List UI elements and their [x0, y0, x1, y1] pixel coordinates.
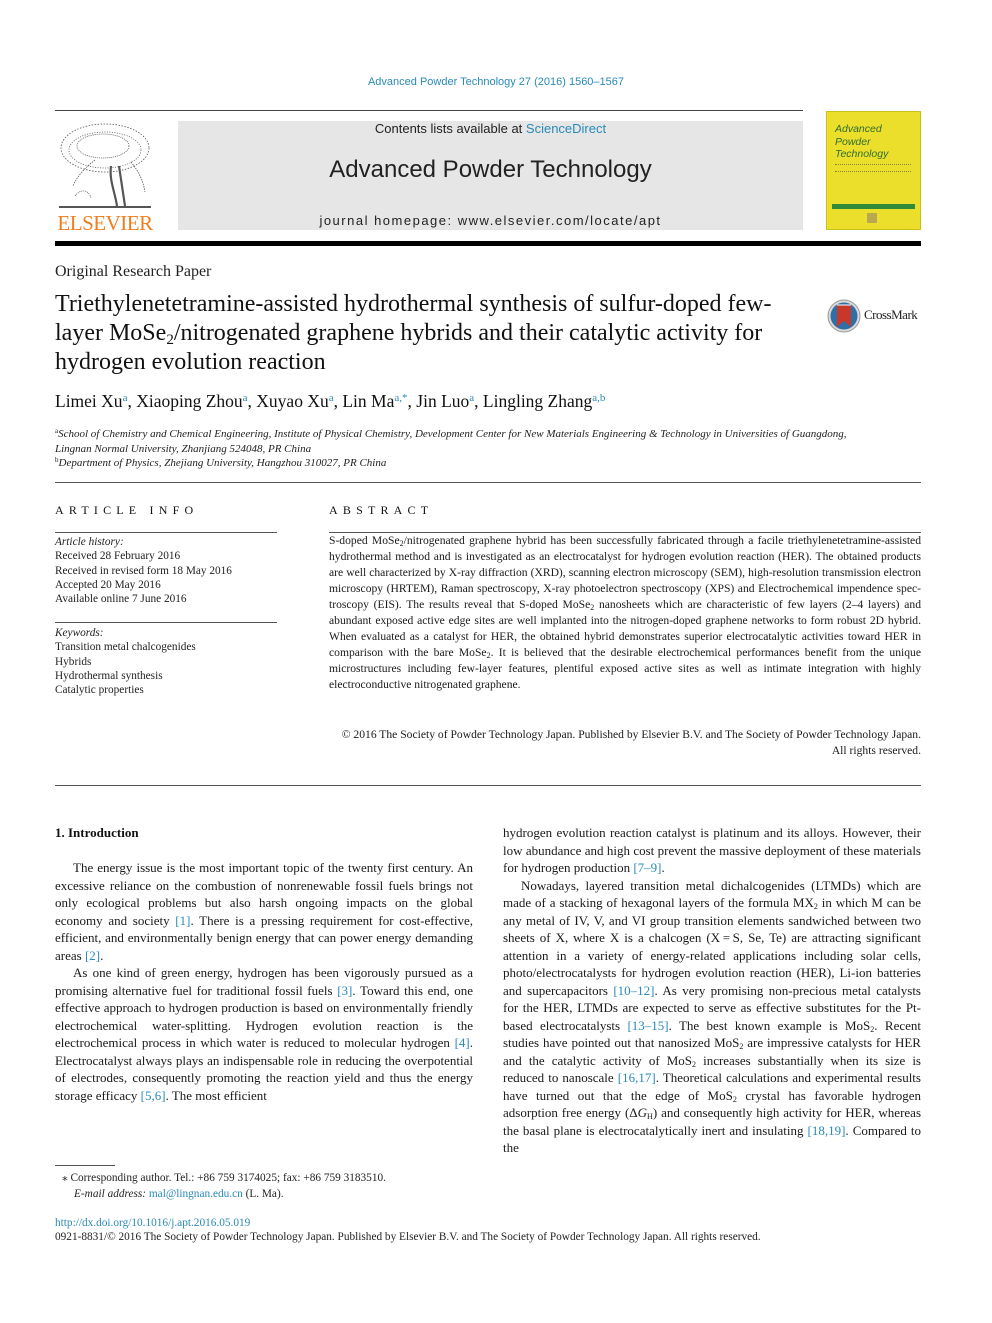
section-heading-introduction: 1. Introduction [55, 825, 139, 840]
citation-link[interactable]: [18,19] [807, 1123, 845, 1138]
email-suffix: (L. Ma). [242, 1188, 284, 1200]
masthead-thick-rule [55, 241, 921, 246]
author-list: Limei Xua, Xiaoping Zhoua, Xuyao Xua, Li… [55, 391, 606, 411]
cover-elsevier-emblem [867, 213, 877, 223]
affiliation-rule [55, 482, 921, 483]
intro-column-right: hydrogen evolution reaction catalyst is … [503, 824, 921, 1157]
author-name[interactable]: Lin Ma [342, 391, 394, 411]
keywords-label: Keywords: [55, 627, 104, 639]
issn-copyright-line: 0921-8831/© 2016 The Society of Powder T… [55, 1231, 761, 1243]
doi-link[interactable]: http://dx.doi.org/10.1016/j.apt.2016.05.… [55, 1217, 250, 1229]
author-affiliation-mark[interactable]: a [243, 392, 248, 404]
citation-link[interactable]: [3] [337, 983, 352, 998]
intro-paragraph-1: The energy issue is the most important t… [55, 860, 473, 963]
citation-link[interactable]: [7–9] [633, 860, 661, 875]
author-name[interactable]: Lingling Zhang [483, 391, 592, 411]
contents-line: Contents lists available at ScienceDirec… [178, 121, 803, 136]
email-link[interactable]: mal@lingnan.edu.cn [149, 1188, 243, 1200]
author-affiliation-mark[interactable]: a,* [394, 392, 407, 404]
article-info-rule [55, 532, 277, 533]
homepage-prefix: journal homepage: [319, 213, 458, 228]
author-name[interactable]: Xiaoping Zhou [136, 391, 242, 411]
contents-prefix: Contents lists available at [374, 121, 526, 136]
header-rule [55, 110, 803, 111]
article-info-heading: ARTICLE INFO [55, 503, 199, 517]
history-accepted: Accepted 20 May 2016 [55, 578, 161, 591]
keyword-item: Transition metal chalcogenides [55, 641, 196, 654]
author-affiliation-mark[interactable]: a [469, 392, 474, 404]
journal-citation-link[interactable]: Advanced Powder Technology 27 (2016) 156… [0, 76, 992, 88]
citation-link[interactable]: [2] [85, 948, 100, 963]
cover-green-bar [832, 204, 915, 209]
author-affiliation-mark[interactable]: a [123, 392, 128, 404]
citation-link[interactable]: [13–15] [627, 1018, 668, 1033]
abstract-text: S-doped MoSe2/nitrogenated graphene hybr… [329, 534, 922, 691]
history-label: Article history: [55, 536, 124, 548]
footnote-rule [55, 1165, 115, 1166]
keyword-item: Catalytic properties [55, 684, 144, 697]
intro-paragraph-3: Nowadays, layered transition metal dicha… [503, 877, 922, 1156]
affiliation-a: aSchool of Chemistry and Chemical Engine… [55, 427, 847, 455]
author-name[interactable]: Limei Xu [55, 391, 123, 411]
abstract-end-rule [55, 785, 921, 786]
history-online: Available online 7 June 2016 [55, 593, 187, 606]
citation-link[interactable]: [1] [175, 913, 190, 928]
intro-column-left: The energy issue is the most important t… [55, 859, 473, 1104]
intro-paragraph-2: As one kind of green energy, hydrogen ha… [55, 965, 474, 1103]
citation-link[interactable]: [5,6] [141, 1088, 166, 1103]
keywords-rule [55, 622, 277, 623]
citation-link[interactable]: [16,17] [618, 1070, 656, 1085]
citation-link[interactable]: [10–12] [613, 983, 654, 998]
elsevier-wordmark: ELSEVIER [57, 211, 153, 235]
journal-cover-thumbnail[interactable]: Advanced Powder Technology [826, 111, 921, 230]
article-type: Original Research Paper [55, 263, 212, 280]
author-name[interactable]: Jin Luo [416, 391, 469, 411]
author-affiliation-mark[interactable]: a,b [592, 392, 605, 404]
keywords: Keywords: Transition metal chalcogenides… [55, 626, 285, 697]
journal-title: Advanced Powder Technology [329, 156, 652, 183]
abstract-copyright: © 2016 The Society of Powder Technology … [341, 728, 921, 757]
cover-subtitle [835, 164, 911, 172]
article-title: Triethylenetetramine-assisted hydrotherm… [55, 291, 772, 375]
keyword-item: Hybrids [55, 655, 92, 668]
journal-homepage: journal homepage: www.elsevier.com/locat… [178, 213, 803, 228]
keyword-item: Hydrothermal synthesis [55, 669, 163, 682]
homepage-url[interactable]: www.elsevier.com/locate/apt [458, 213, 662, 228]
email-note: E-mail address: mal@lingnan.edu.cn (L. M… [74, 1186, 284, 1202]
article-history: Article history: Received 28 February 20… [55, 535, 285, 606]
intro-paragraph-2-continued: hydrogen evolution reaction catalyst is … [503, 825, 921, 875]
sciencedirect-link[interactable]: ScienceDirect [526, 121, 606, 136]
history-received: Received 28 February 2016 [55, 550, 181, 563]
author-name[interactable]: Xuyao Xu [256, 391, 328, 411]
affiliation-b: bDepartment of Physics, Zhejiang Univers… [55, 456, 387, 469]
cover-title: Advanced Powder Technology [835, 123, 889, 160]
author-affiliation-mark[interactable]: a [329, 392, 334, 404]
abstract-heading: ABSTRACT [329, 503, 434, 517]
citation-link[interactable]: [4] [455, 1035, 470, 1050]
history-revised: Received in revised form 18 May 2016 [55, 564, 232, 577]
corresponding-author-note: ⁎ Corresponding author. Tel.: +86 759 31… [62, 1172, 386, 1184]
crossmark-label[interactable]: CrossMark [864, 307, 918, 323]
email-label: E-mail address: [74, 1188, 147, 1200]
